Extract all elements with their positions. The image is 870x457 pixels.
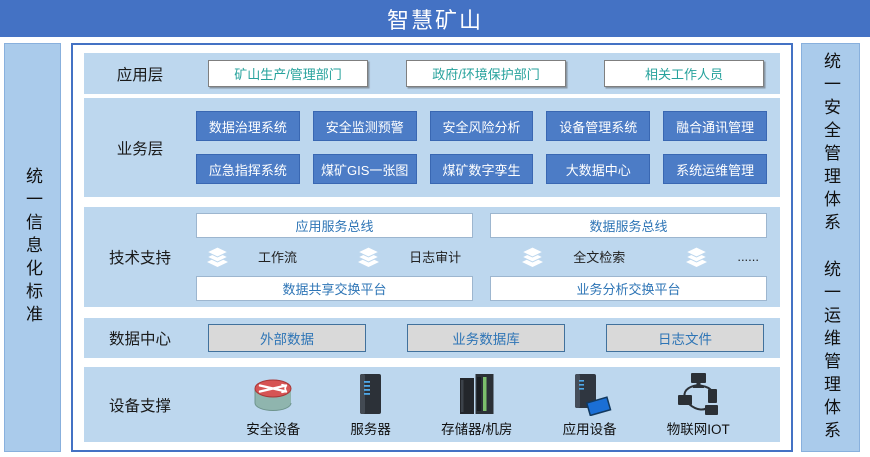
layers-icon [519, 246, 546, 268]
layer-data-center-label: 数据中心 [84, 327, 196, 349]
equipment-items: 安全设备 服务 [196, 372, 780, 438]
middleware-label: 日志审计 [409, 247, 461, 266]
platform-box: 业务分析交换平台 [490, 276, 767, 301]
middleware-label: ...... [737, 249, 759, 264]
business-box: 大数据中心 [546, 154, 650, 184]
layer-equipment: 设备支撑 安全设备 [84, 367, 780, 442]
storage-rack-icon [457, 372, 497, 416]
data-center-box: 业务数据库 [407, 324, 565, 352]
business-boxes: 数据治理系统 安全监测预警 安全风险分析 设备管理系统 融合通讯管理 应急指挥系… [196, 111, 767, 184]
business-box: 煤矿数字孪生 [430, 154, 534, 184]
page-title: 智慧矿山 [0, 0, 870, 37]
application-box: 相关工作人员 [604, 60, 764, 87]
firewall-icon [249, 372, 297, 416]
server-tower-icon [358, 372, 384, 416]
platform-row: 数据共享交换平台 业务分析交换平台 [196, 276, 767, 301]
pillar-info-standard-label: 统一信息化标准 [24, 167, 41, 328]
layer-business: 业务层 数据治理系统 安全监测预警 安全风险分析 设备管理系统 融合通讯管理 应… [84, 98, 780, 197]
equipment-label: 存储器/机房 [441, 418, 512, 438]
pillar-security-label: 统一安全管理体系 [822, 52, 839, 236]
business-box: 数据治理系统 [196, 111, 300, 141]
equipment-label: 物联网IOT [667, 418, 730, 438]
layer-business-label: 业务层 [84, 137, 196, 159]
diagram-body: 统一信息化标准 应用层 矿山生产/管理部门 政府/环境保护部门 相关工作人员 业… [0, 43, 870, 452]
business-box: 安全风险分析 [430, 111, 534, 141]
service-bus-row: 应用服务总线 数据服务总线 [196, 213, 767, 238]
middleware-row: 工作流 日志审计 [196, 246, 767, 268]
layer-application: 应用层 矿山生产/管理部门 政府/环境保护部门 相关工作人员 [84, 53, 780, 94]
data-center-box: 日志文件 [606, 324, 764, 352]
application-box: 政府/环境保护部门 [406, 60, 566, 87]
platform-box: 数据共享交换平台 [196, 276, 473, 301]
layers-icon [683, 246, 710, 268]
data-center-boxes: 外部数据 业务数据库 日志文件 [196, 324, 780, 352]
data-center-box: 外部数据 [208, 324, 366, 352]
tech-support-content: 应用服务总线 数据服务总线 工作流 [196, 213, 767, 301]
equipment-item: 安全设备 [246, 372, 300, 438]
layers-icon [204, 246, 231, 268]
main-panel: 应用层 矿山生产/管理部门 政府/环境保护部门 相关工作人员 业务层 数据治理系… [71, 43, 793, 452]
business-box: 融合通讯管理 [663, 111, 767, 141]
middleware-label: 工作流 [258, 247, 297, 266]
middleware-item: 全文检索 [519, 246, 625, 268]
business-box: 应急指挥系统 [196, 154, 300, 184]
layer-equipment-label: 设备支撑 [84, 394, 196, 416]
business-box: 煤矿GIS一张图 [313, 154, 417, 184]
equipment-item: 应用设备 [563, 372, 617, 438]
layer-application-label: 应用层 [84, 63, 196, 85]
layers-icon [355, 246, 382, 268]
middleware-item: ...... [683, 246, 759, 268]
equipment-label: 服务器 [350, 418, 391, 438]
equipment-label: 应用设备 [563, 418, 617, 438]
pillar-ops-label: 统一运维管理体系 [822, 260, 839, 444]
pillar-security-ops: 统一安全管理体系 统一运维管理体系 [801, 43, 860, 452]
middleware-item: 工作流 [204, 246, 297, 268]
middleware-label: 全文检索 [573, 247, 625, 266]
pillar-info-standard: 统一信息化标准 [4, 43, 61, 452]
service-bus-box: 数据服务总线 [490, 213, 767, 238]
equipment-item: 物联网IOT [667, 372, 730, 438]
application-box: 矿山生产/管理部门 [208, 60, 368, 87]
layer-tech-support: 技术支持 应用服务总线 数据服务总线 工作流 [84, 207, 780, 307]
service-bus-box: 应用服务总线 [196, 213, 473, 238]
business-box: 设备管理系统 [546, 111, 650, 141]
middleware-item: 日志审计 [355, 246, 461, 268]
layer-data-center: 数据中心 外部数据 业务数据库 日志文件 [84, 318, 780, 358]
business-box: 系统运维管理 [663, 154, 767, 184]
equipment-item: 存储器/机房 [441, 372, 512, 438]
equipment-item: 服务器 [350, 372, 391, 438]
application-boxes: 矿山生产/管理部门 政府/环境保护部门 相关工作人员 [196, 60, 780, 87]
equipment-label: 安全设备 [246, 418, 300, 438]
app-device-icon [568, 372, 612, 416]
layer-tech-support-label: 技术支持 [84, 246, 196, 268]
smart-mine-architecture-diagram: 智慧矿山 统一信息化标准 应用层 矿山生产/管理部门 政府/环境保护部门 相关工… [0, 0, 870, 457]
iot-network-icon [674, 372, 722, 416]
business-box: 安全监测预警 [313, 111, 417, 141]
